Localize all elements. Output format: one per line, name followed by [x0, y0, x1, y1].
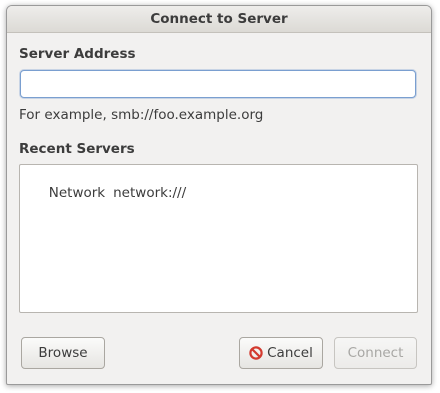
- connect-to-server-dialog: Connect to Server Server Address For exa…: [6, 5, 432, 385]
- recent-server-name: Network: [48, 185, 106, 201]
- recent-servers-list[interactable]: Network network:///: [19, 164, 418, 313]
- dialog-title: Connect to Server: [7, 6, 431, 33]
- browse-button[interactable]: Browse: [21, 337, 105, 369]
- connect-button-label: Connect: [347, 345, 404, 361]
- cancel-icon: [249, 346, 263, 360]
- recent-server-item[interactable]: Network network:///: [23, 169, 186, 217]
- cancel-button-label: Cancel: [267, 345, 313, 361]
- recent-server-uri: network:///: [113, 185, 187, 201]
- cancel-button[interactable]: Cancel: [239, 337, 323, 369]
- server-address-label: Server Address: [19, 46, 136, 62]
- server-address-input[interactable]: [20, 70, 416, 98]
- browse-button-label: Browse: [38, 345, 88, 361]
- recent-servers-label: Recent Servers: [19, 141, 135, 157]
- server-address-hint: For example, smb://foo.example.org: [19, 107, 264, 123]
- connect-button[interactable]: Connect: [334, 337, 417, 369]
